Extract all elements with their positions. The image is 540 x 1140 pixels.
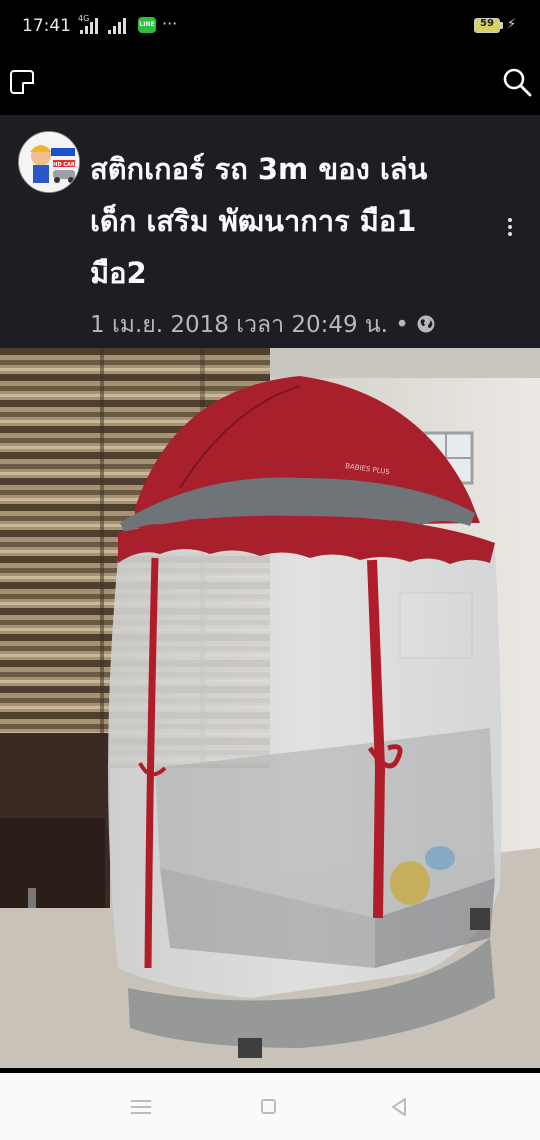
avatar[interactable]: HD CAR [18, 131, 80, 193]
battery-level: 59 [480, 18, 494, 29]
post-date: 1 เม.ย. 2018 เวลา 20:49 น. • [90, 312, 409, 338]
signal-icon [80, 18, 102, 34]
search-icon[interactable] [502, 67, 532, 97]
post-meta: 1 เม.ย. 2018 เวลา 20:49 น. • [90, 307, 436, 343]
more-notifications-icon: ··· [162, 14, 178, 33]
charging-icon: ⚡︎ [507, 17, 517, 32]
post-photo[interactable]: BABIES PLUS [0, 348, 540, 1068]
expand-icon[interactable] [10, 70, 34, 94]
kebab-menu-icon[interactable] [500, 218, 520, 242]
home-icon[interactable] [261, 1099, 276, 1114]
playpen-photo: BABIES PLUS [0, 348, 540, 1068]
signal-icon-2 [108, 18, 130, 34]
globe-icon [417, 315, 435, 333]
battery-tip [500, 22, 503, 29]
post-title: สติกเกอร์ รถ 3m ของ เล่น เด็ก เสริม พัฒน… [90, 152, 428, 290]
avatar-image: HD CAR [19, 132, 79, 192]
menu-icon[interactable] [131, 1100, 151, 1114]
post-header: HD CAR สติกเกอร์ รถ 3m ของ เล่น เด็ก เสร… [0, 115, 540, 348]
app-bar [0, 55, 540, 115]
back-icon[interactable] [388, 1096, 410, 1118]
status-time: 17:41 [22, 16, 71, 36]
status-bar: 17:41 4G LINE ··· 59 ⚡︎ [0, 0, 540, 55]
battery-icon: 59 [474, 18, 500, 33]
avatar-text: HD CAR [53, 162, 75, 168]
line-app-icon: LINE [138, 17, 156, 33]
